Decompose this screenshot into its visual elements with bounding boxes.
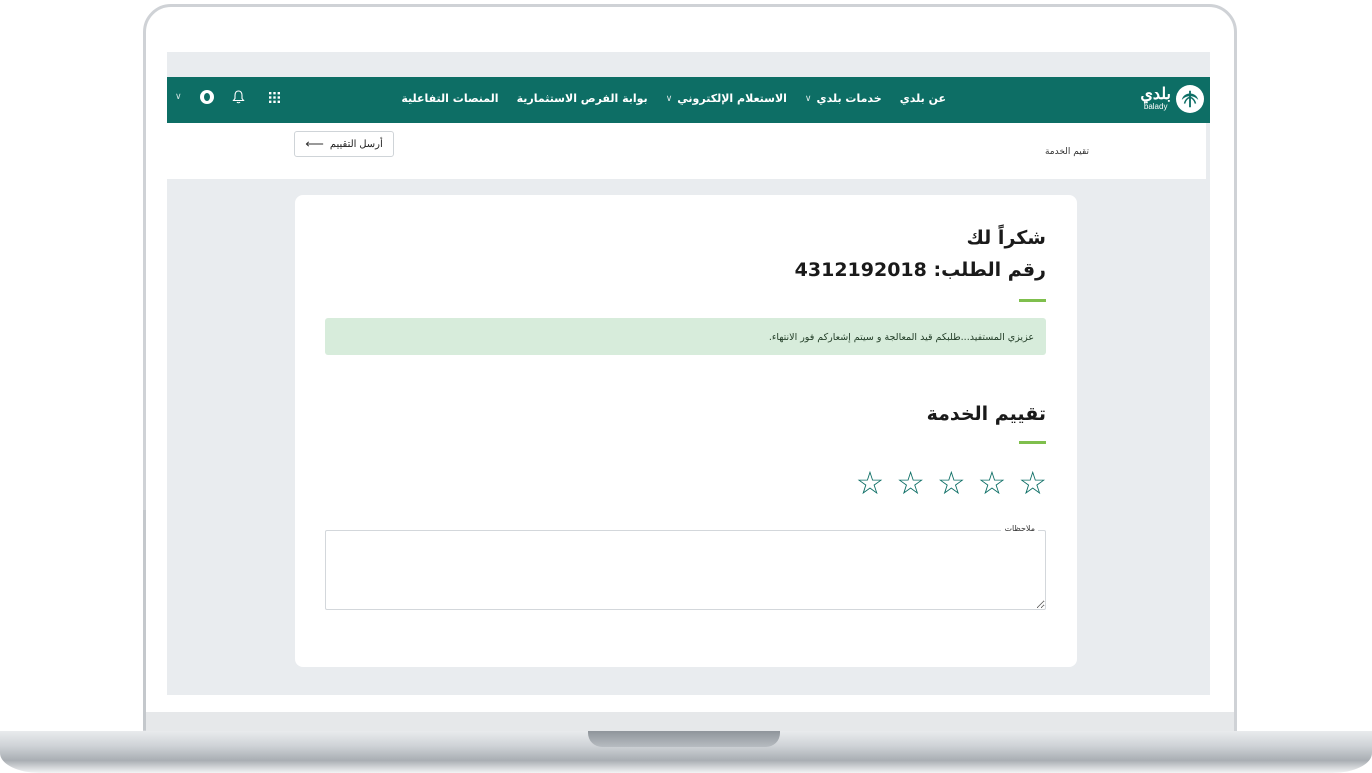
nav-item-label: بوابة الفرص الاستثمارية: [516, 92, 648, 105]
globe-icon[interactable]: [199, 90, 214, 104]
screen: بلدي balady عن بلدي خدمات بلدي ∨ الاستعل…: [167, 52, 1210, 695]
laptop-edge: [143, 510, 146, 730]
notes-label: ملاحظات: [1001, 524, 1038, 533]
top-navigation: بلدي balady عن بلدي خدمات بلدي ∨ الاستعل…: [167, 77, 1210, 123]
notes-textarea[interactable]: [326, 531, 1045, 609]
rating-heading: تقييم الخدمة: [926, 403, 1046, 425]
thanks-heading: شكراً لك: [966, 227, 1046, 249]
nav-menu: عن بلدي خدمات بلدي ∨ الاستعلام الإلكترون…: [383, 92, 946, 105]
brand-wordmark: بلدي balady: [1140, 87, 1171, 111]
request-number: رقم الطلب: 4312192018: [794, 259, 1046, 281]
breadcrumb: تقيم الخدمة: [1044, 147, 1089, 157]
nav-item-investment[interactable]: بوابة الفرص الاستثمارية: [517, 92, 648, 105]
arrow-left-icon: ⟵: [305, 136, 324, 151]
laptop-notch: [588, 731, 780, 747]
notes-field: ملاحظات: [325, 524, 1046, 610]
nav-item-inquiry[interactable]: الاستعلام الإلكتروني ∨: [666, 92, 787, 105]
brand-name-en: balady: [1143, 102, 1168, 111]
star-icon-1[interactable]: ☆: [1018, 467, 1047, 499]
chevron-down-icon: ∨: [665, 93, 673, 104]
heading-underline: [1019, 299, 1046, 302]
success-alert: عزيزي المستفيد...طلبكم قيد المعالجة و سي…: [325, 318, 1046, 355]
star-icon-3[interactable]: ☆: [937, 467, 966, 499]
bell-icon[interactable]: [231, 90, 245, 104]
brand-logo[interactable]: بلدي balady: [1140, 85, 1204, 113]
chevron-down-icon[interactable]: ∨: [175, 92, 182, 102]
nav-item-label: عن بلدي: [899, 92, 946, 105]
nav-tools: ∨: [175, 90, 280, 104]
heading-underline: [1019, 441, 1046, 444]
confirmation-card: شكراً لك رقم الطلب: 4312192018 عزيزي الم…: [295, 195, 1077, 667]
send-rating-label: أرسل التقييم: [329, 138, 383, 150]
nav-item-services[interactable]: خدمات بلدي ∨: [805, 92, 882, 105]
star-icon-5[interactable]: ☆: [856, 467, 885, 499]
nav-item-label: المنصات التفاعلية: [401, 92, 499, 105]
sub-header: تقيم الخدمة أرسل التقييم ⟵: [167, 123, 1206, 179]
brand-name-ar: بلدي: [1140, 86, 1171, 103]
chevron-down-icon: ∨: [804, 93, 812, 104]
palm-logo-icon: [1176, 85, 1204, 113]
grid-icon[interactable]: [268, 91, 280, 103]
send-rating-button[interactable]: أرسل التقييم ⟵: [294, 131, 394, 157]
star-rating: ☆ ☆ ☆ ☆ ☆: [856, 467, 1047, 499]
nav-item-platforms[interactable]: المنصات التفاعلية: [401, 92, 498, 105]
screen-bezel-bottom: [146, 712, 1234, 732]
star-icon-4[interactable]: ☆: [896, 467, 925, 499]
nav-item-about[interactable]: عن بلدي: [900, 92, 946, 105]
star-icon-2[interactable]: ☆: [978, 467, 1007, 499]
nav-item-label: الاستعلام الإلكتروني: [677, 92, 787, 105]
nav-item-label: خدمات بلدي: [816, 92, 882, 105]
